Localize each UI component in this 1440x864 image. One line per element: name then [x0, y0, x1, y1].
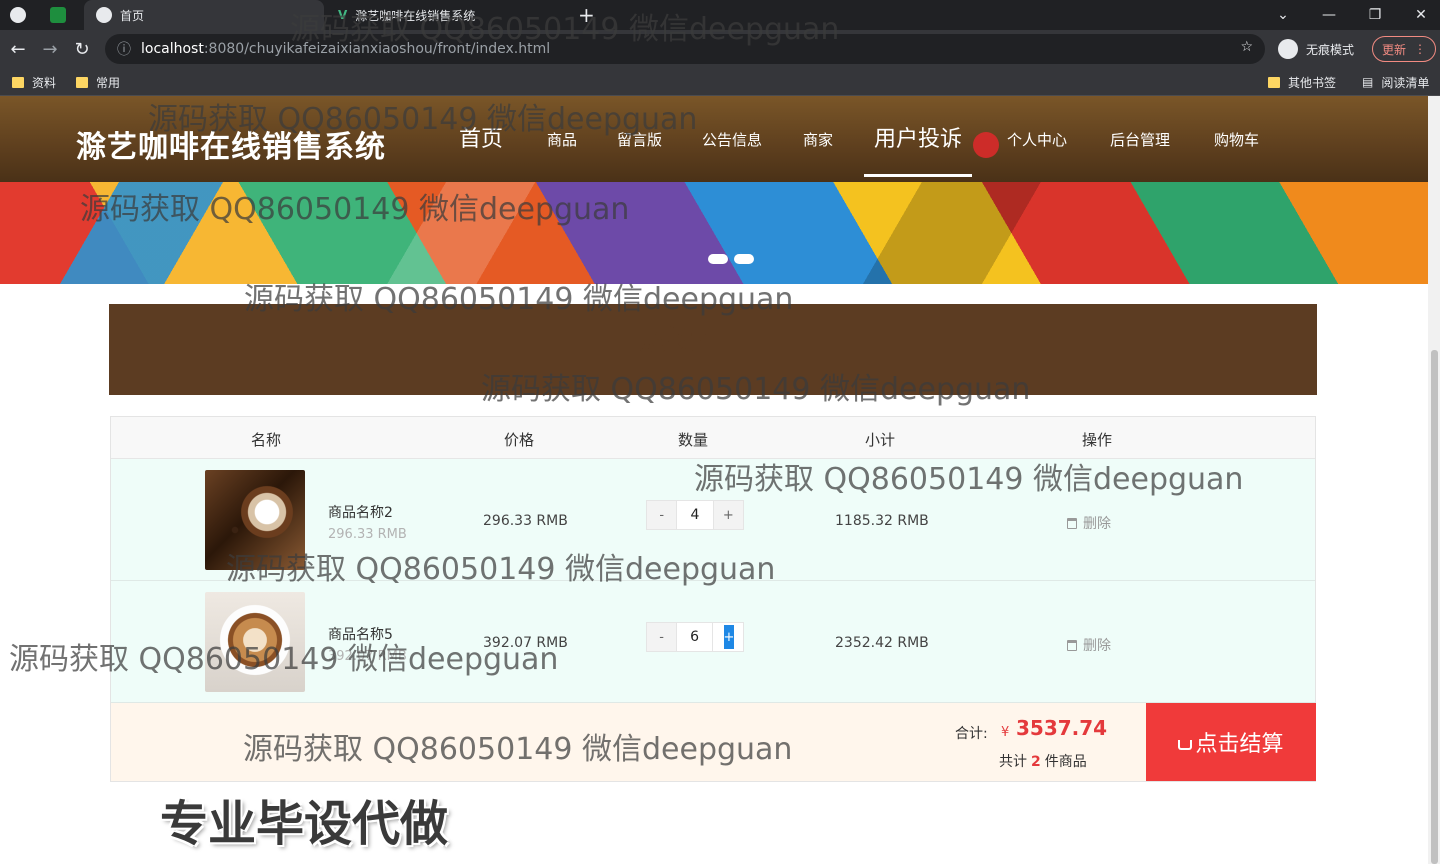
count-suffix: 件商品: [1044, 754, 1087, 770]
header-qty: 数量: [678, 431, 709, 449]
folder-icon: [12, 76, 24, 88]
minimize-icon[interactable]: —: [1306, 0, 1352, 30]
trash-icon: [1067, 517, 1077, 529]
bookmark-folder[interactable]: 资料: [12, 73, 56, 91]
folder-icon: [76, 76, 88, 88]
trash-icon: [1067, 639, 1077, 651]
increment-button[interactable]: +: [713, 501, 743, 529]
watermark-text: 源码获取 QQ86050149 微信deepguan: [244, 282, 794, 317]
delete-label: 删除: [1083, 516, 1111, 532]
product-price: 296.33 RMB: [483, 513, 568, 529]
quantity-stepper: - 6 +: [646, 622, 744, 652]
watermark-text: 源码获取 QQ86050149 微信deepguan: [148, 102, 698, 137]
header-name: 名称: [251, 431, 282, 449]
delete-button[interactable]: 删除: [1067, 635, 1111, 655]
reload-icon[interactable]: ↻: [70, 37, 94, 61]
scrollbar-thumb[interactable]: [1431, 350, 1438, 864]
browser-profile-icon[interactable]: [10, 0, 40, 30]
tab-search-icon[interactable]: ⌄: [1260, 0, 1306, 30]
globe-icon: [10, 7, 26, 23]
bookmark-label: 常用: [96, 75, 121, 90]
watermark-text: 源码获取 QQ86050149 微信deepguan: [694, 462, 1244, 497]
quantity-input[interactable]: 4: [676, 501, 714, 529]
watermark-text: 源码获取 QQ86050149 微信deepguan: [80, 192, 630, 227]
count-prefix: 共计: [999, 754, 1027, 770]
product-unit-price: 296.33 RMB: [328, 527, 407, 542]
total-amount: 3537.74: [1016, 716, 1108, 740]
nav-complaints[interactable]: 用户投诉: [874, 122, 962, 152]
header-subtotal: 小计: [865, 431, 896, 449]
total-label: 合计:: [955, 726, 988, 742]
forward-icon[interactable]: →: [38, 37, 62, 61]
delete-label: 删除: [1083, 638, 1111, 654]
update-label: 更新: [1381, 42, 1406, 57]
nav-announcements[interactable]: 公告信息: [702, 124, 762, 154]
bookmark-label: 其他书签: [1288, 75, 1337, 90]
url-host: localhost: [141, 41, 204, 57]
tab-title: 首页: [120, 8, 145, 23]
close-icon[interactable]: ✕: [1398, 0, 1440, 30]
update-button[interactable]: 更新 ⋮: [1372, 36, 1436, 62]
currency-symbol: ¥: [1001, 725, 1010, 740]
menu-dots-icon: ⋮: [1414, 42, 1426, 56]
watermark-text: 源码获取 QQ86050149 微信deepguan: [9, 642, 559, 677]
header-action: 操作: [1082, 431, 1113, 449]
watermark-text: 源码获取 QQ86050149 微信deepguan: [481, 372, 1031, 407]
nav-active-indicator: [864, 174, 972, 177]
globe-icon: [96, 7, 112, 23]
cart-icon: [1178, 740, 1193, 750]
nav-user-center[interactable]: 个人中心: [1007, 124, 1067, 154]
bookmarks-bar: 资料 常用 其他书签 ▤ 阅读清单: [0, 68, 1440, 96]
other-bookmarks[interactable]: 其他书签: [1268, 73, 1336, 91]
watermark-text: 源码获取 QQ86050149 微信deepguan: [226, 552, 776, 587]
info-icon: ⓘ: [117, 42, 131, 58]
carousel-dot[interactable]: [708, 254, 728, 264]
watermark-text: 源码获取 QQ86050149 微信deepguan: [290, 12, 840, 47]
nav-admin[interactable]: 后台管理: [1110, 124, 1170, 154]
promo-overlay-text: 专业毕设代做: [160, 796, 449, 852]
tab-home[interactable]: 首页: [84, 0, 324, 30]
back-icon[interactable]: ←: [6, 37, 30, 61]
count-value: 2: [1031, 754, 1041, 770]
increment-button[interactable]: +: [724, 625, 734, 649]
star-icon[interactable]: ☆: [1240, 39, 1253, 55]
row-subtotal: 1185.32 RMB: [835, 513, 929, 529]
delete-button[interactable]: 删除: [1067, 513, 1111, 533]
carousel-dot[interactable]: [734, 254, 754, 264]
restore-icon[interactable]: ❐: [1352, 0, 1398, 30]
sheet-icon: [50, 7, 66, 23]
incognito-icon: [1278, 39, 1298, 59]
mouse-cursor-icon: [973, 132, 999, 158]
header-price: 价格: [504, 431, 535, 449]
nav-merchants[interactable]: 商家: [803, 124, 833, 154]
folder-icon: [1268, 76, 1280, 88]
decrement-button[interactable]: -: [647, 623, 677, 651]
pinned-tab[interactable]: [50, 0, 78, 30]
reading-list[interactable]: ▤ 阅读清单: [1362, 73, 1429, 91]
cart-header: 名称 价格 数量 小计 操作: [111, 417, 1315, 459]
incognito-label: 无痕模式: [1306, 42, 1355, 57]
nav-cart[interactable]: 购物车: [1214, 124, 1259, 154]
section-title: 购物车: [640, 323, 725, 356]
row-subtotal: 2352.42 RMB: [835, 635, 929, 651]
item-count: 共计 2 件商品: [999, 751, 1087, 771]
quantity-stepper: - 4 +: [646, 500, 744, 530]
reading-list-icon: ▤: [1362, 75, 1374, 89]
bookmark-folder[interactable]: 常用: [76, 73, 120, 91]
product-name[interactable]: 商品名称2: [328, 502, 393, 522]
bookmark-label: 阅读清单: [1381, 75, 1430, 90]
watermark-text: 源码获取 QQ86050149 微信deepguan: [243, 732, 793, 767]
checkout-button[interactable]: 点击结算: [1146, 703, 1316, 781]
checkout-label: 点击结算: [1195, 732, 1284, 757]
quantity-input[interactable]: 6: [676, 623, 713, 651]
incognito-indicator[interactable]: 无痕模式: [1278, 37, 1354, 61]
bookmark-label: 资料: [32, 75, 57, 90]
decrement-button[interactable]: -: [647, 501, 677, 529]
